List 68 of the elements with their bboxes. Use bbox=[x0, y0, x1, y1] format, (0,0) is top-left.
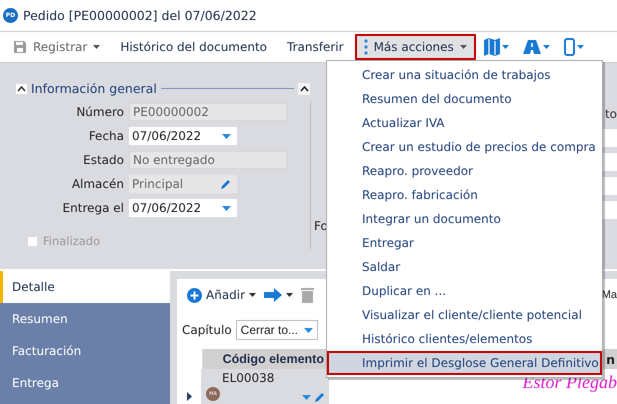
input-field[interactable]: PE00000002 bbox=[129, 103, 287, 121]
menu-item[interactable]: Reapro. fabricación bbox=[327, 183, 602, 207]
field-label: Almacén bbox=[70, 177, 125, 191]
collapse-button[interactable] bbox=[298, 82, 310, 94]
row-pointer-icon bbox=[186, 392, 192, 401]
field-label: Estado bbox=[82, 153, 125, 167]
side-tab[interactable]: Resumen bbox=[0, 303, 170, 335]
menu-item[interactable]: Imprimir el Desglose General Definitivo bbox=[327, 351, 602, 375]
input-field[interactable]: 07/06/2022 bbox=[129, 127, 237, 145]
side-tab[interactable]: Entrega bbox=[0, 367, 170, 399]
phone-icon bbox=[564, 38, 575, 56]
field-label: Fecha bbox=[88, 129, 125, 143]
section-title: Información general bbox=[31, 81, 157, 96]
caret-icon bbox=[502, 45, 509, 49]
input-field[interactable]: Principal bbox=[129, 175, 237, 193]
map-icon bbox=[484, 38, 500, 56]
toolbar-button[interactable]: Más acciones bbox=[354, 34, 476, 60]
caret-icon bbox=[304, 328, 314, 332]
menu-item[interactable]: Integrar un documento bbox=[327, 207, 602, 231]
pencil-icon[interactable] bbox=[314, 392, 325, 403]
caret-icon bbox=[542, 45, 550, 49]
side-tab[interactable]: Detalle bbox=[0, 271, 170, 303]
caret-icon[interactable] bbox=[222, 134, 231, 138]
caret-icon[interactable] bbox=[222, 206, 231, 210]
add-button[interactable]: Añadir bbox=[187, 288, 256, 302]
column-header: Código elemento bbox=[222, 351, 325, 368]
caret-icon bbox=[249, 293, 256, 297]
column-header: n bbox=[606, 352, 616, 366]
menu-item[interactable]: Reapro. proveedor bbox=[327, 159, 602, 183]
toolbar-button[interactable]: Transferir bbox=[278, 34, 353, 60]
caret-icon bbox=[576, 45, 584, 49]
caret-icon bbox=[286, 293, 294, 297]
chapter-dropdown[interactable]: Cerrar to... bbox=[236, 320, 318, 340]
pencil-icon[interactable] bbox=[220, 178, 231, 190]
save-icon bbox=[13, 40, 27, 54]
trash-icon[interactable] bbox=[301, 287, 314, 303]
toolbar-button[interactable]: Registrar bbox=[4, 34, 110, 60]
field-label: Capítulo bbox=[182, 323, 232, 337]
input-field[interactable]: 07/06/2022 bbox=[129, 199, 237, 217]
road-icon bbox=[522, 40, 541, 54]
input-field[interactable] bbox=[603, 153, 617, 171]
menu-item[interactable]: Histórico clientes/elementos bbox=[327, 327, 602, 351]
menu-item[interactable]: Entregar bbox=[327, 231, 602, 255]
menu-item[interactable]: Resumen del documento bbox=[327, 87, 602, 111]
input-field[interactable] bbox=[603, 177, 617, 195]
menu-item[interactable]: Visualizar el cliente/cliente potencial bbox=[327, 303, 602, 327]
field-label: Número bbox=[75, 105, 125, 119]
plus-icon bbox=[187, 288, 202, 302]
toolbar-button[interactable]: Histórico del documento bbox=[111, 34, 276, 60]
menu-item[interactable]: Duplicar en ... bbox=[327, 279, 602, 303]
field-label: Entrega el bbox=[62, 201, 125, 215]
collapse-toggle[interactable] bbox=[16, 84, 27, 94]
side-tab[interactable]: Facturación bbox=[0, 335, 170, 367]
table-cell-text: EL00038 bbox=[222, 371, 276, 385]
caret-icon[interactable] bbox=[302, 395, 311, 400]
menu-item[interactable]: Saldar bbox=[327, 255, 602, 279]
window-title: Pedido [PE00000002] del 07/06/2022 bbox=[23, 8, 257, 23]
checkbox-label: Finalizado bbox=[43, 234, 100, 248]
input-field[interactable] bbox=[603, 201, 617, 219]
arrow-right-icon bbox=[264, 288, 284, 302]
input-field[interactable] bbox=[603, 129, 617, 147]
input-field[interactable]: No entregado bbox=[129, 151, 287, 169]
menu-item[interactable]: Crear una situación de trabajos bbox=[327, 63, 602, 87]
transfer-button[interactable] bbox=[264, 288, 294, 302]
field-label: to bbox=[604, 107, 617, 121]
menu-item[interactable]: Crear un estudio de precios de compra bbox=[327, 135, 602, 159]
menu-item[interactable]: Actualizar IVA bbox=[327, 111, 602, 135]
more-icon bbox=[364, 39, 368, 55]
